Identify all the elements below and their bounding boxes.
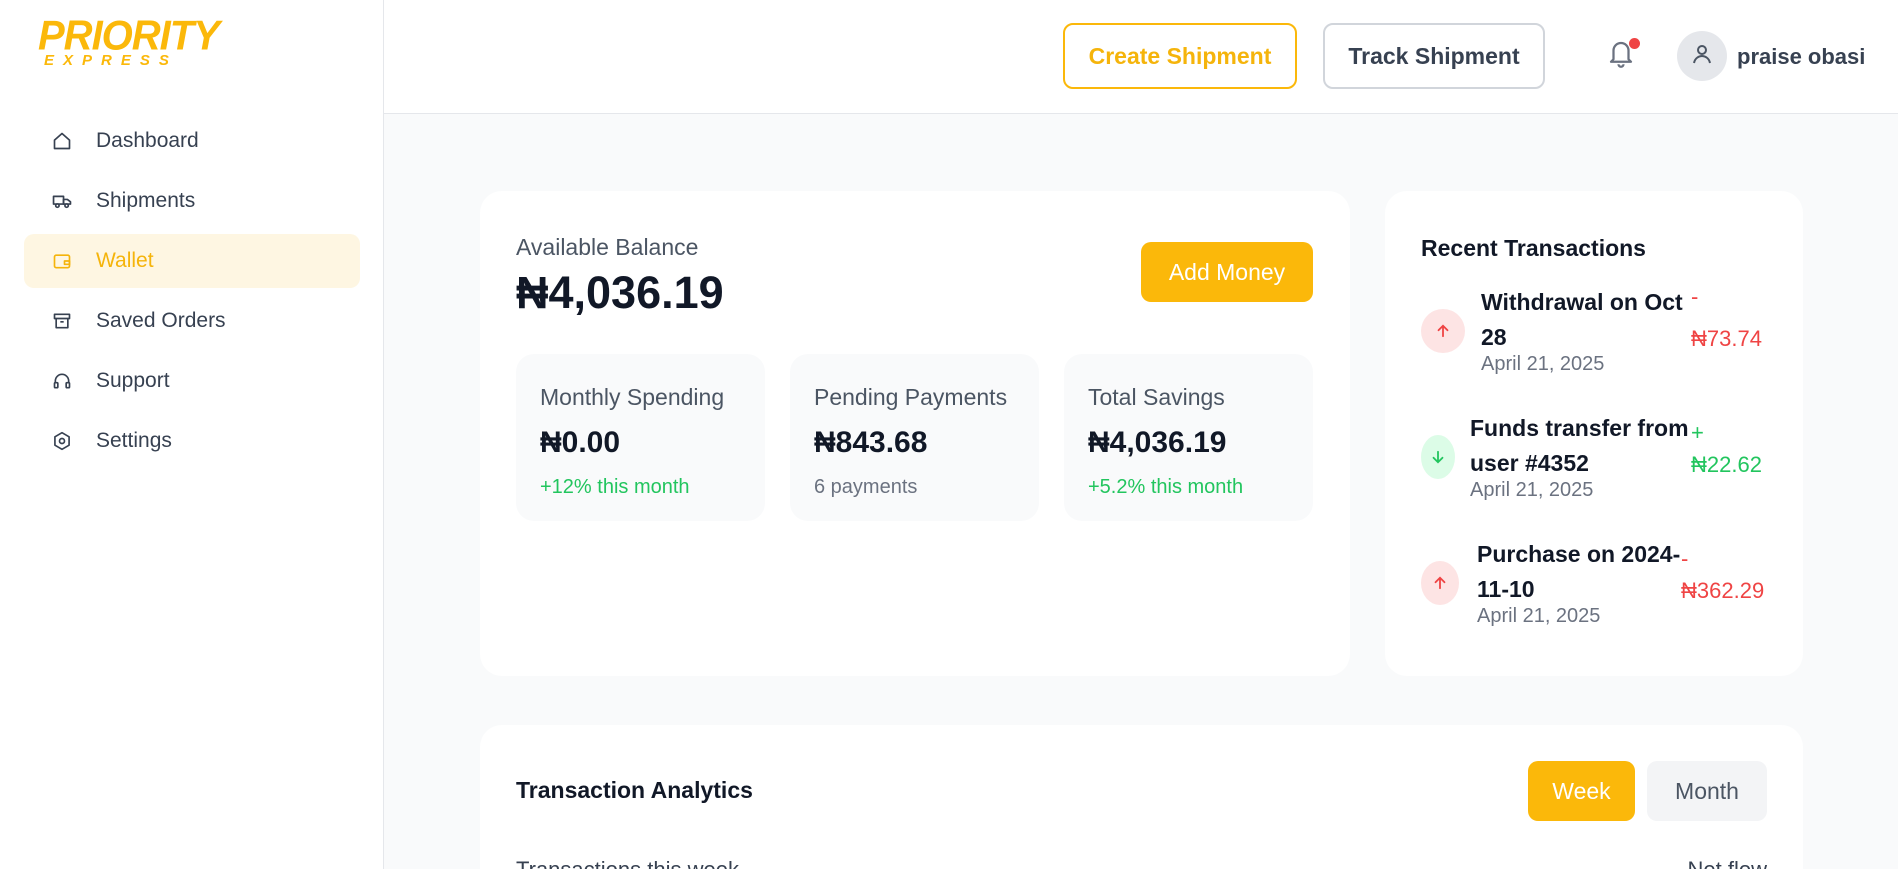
avatar[interactable] (1677, 31, 1727, 81)
transaction-amount: + ₦22.62 (1691, 411, 1773, 477)
transaction-sign: + (1691, 420, 1704, 445)
add-money-button[interactable]: Add Money (1141, 242, 1313, 302)
arrow-up-icon (1421, 309, 1465, 353)
transaction-date: April 21, 2025 (1477, 605, 1601, 627)
sidebar-item-dashboard[interactable]: Dashboard (24, 114, 360, 168)
analytics-net-flow-label: Net flow (1688, 857, 1767, 869)
stat-title: Total Savings (1088, 384, 1225, 410)
track-shipment-button[interactable]: Track Shipment (1323, 23, 1545, 89)
sidebar-item-label: Support (96, 369, 170, 392)
stat-subtext: +12% this month (540, 476, 690, 498)
sidebar-item-support[interactable]: Support (24, 354, 360, 408)
recent-transactions-card: Recent Transactions Withdrawal on Oct 28… (1385, 191, 1803, 676)
transaction-name-line2: 11-10 (1477, 576, 1535, 602)
balance-label: Available Balance (516, 234, 699, 260)
top-header: Create Shipment Track Shipment praise ob… (384, 0, 1898, 114)
transaction-amount-value: ₦73.74 (1691, 326, 1762, 351)
wallet-icon (52, 251, 72, 271)
recent-transactions-title: Recent Transactions (1421, 235, 1646, 261)
transaction-name-line1: Funds transfer from (1470, 415, 1689, 441)
transaction-amount-value: ₦22.62 (1691, 452, 1762, 477)
stat-monthly-spending: Monthly Spending ₦0.00 +12% this month (516, 354, 765, 521)
stat-total-savings: Total Savings ₦4,036.19 +5.2% this month (1064, 354, 1313, 521)
stat-value: ₦843.68 (814, 426, 928, 459)
truck-icon (52, 191, 72, 211)
sidebar-nav: Dashboard Shipments Wallet Saved Orders … (24, 114, 360, 474)
stat-value: ₦4,036.19 (1088, 426, 1227, 459)
sidebar: PRIORITY EXPRESS Dashboard Shipments Wal… (0, 0, 384, 869)
balance-card: Available Balance ₦4,036.19 Add Money Mo… (480, 191, 1350, 676)
username[interactable]: praise obasi (1737, 44, 1865, 70)
transaction-sign: - (1691, 284, 1699, 309)
month-tab-button[interactable]: Month (1647, 761, 1767, 821)
logo-wordmark: PRIORITY (38, 12, 220, 60)
logo[interactable]: PRIORITY EXPRESS (38, 15, 220, 72)
balance-value: ₦4,036.19 (516, 267, 724, 318)
transaction-item[interactable]: Purchase on 2024- 11-10 April 21, 2025 -… (1421, 537, 1773, 647)
transaction-name-line1: Purchase on 2024- (1477, 541, 1681, 567)
week-tab-button[interactable]: Week (1528, 761, 1635, 821)
sidebar-item-shipments[interactable]: Shipments (24, 174, 360, 228)
home-icon (52, 131, 72, 151)
arrow-up-icon (1421, 561, 1459, 605)
transaction-date: April 21, 2025 (1481, 353, 1605, 375)
sidebar-item-label: Wallet (96, 249, 154, 272)
transaction-name: Purchase on 2024- 11-10 (1477, 537, 1680, 607)
transaction-name: Funds transfer from user #4352 (1470, 411, 1689, 481)
stat-title: Monthly Spending (540, 384, 725, 410)
transaction-name-line2: 28 (1481, 324, 1507, 350)
analytics-subtitle: Transactions this week (516, 857, 739, 869)
logo-tagline: EXPRESS (44, 52, 178, 69)
stat-value: ₦0.00 (540, 426, 621, 459)
sidebar-item-wallet[interactable]: Wallet (24, 234, 360, 288)
sidebar-item-label: Dashboard (96, 129, 199, 152)
sidebar-item-saved-orders[interactable]: Saved Orders (24, 294, 360, 348)
stat-subtext: +5.2% this month (1088, 476, 1244, 498)
sidebar-item-settings[interactable]: Settings (24, 414, 360, 468)
transaction-name-line2: user #4352 (1470, 450, 1589, 476)
settings-icon (52, 431, 72, 451)
sidebar-item-label: Settings (96, 429, 172, 452)
notification-dot (1629, 38, 1640, 49)
sidebar-item-label: Shipments (96, 189, 196, 212)
analytics-title: Transaction Analytics (516, 777, 753, 803)
transaction-analytics-card: Transaction Analytics Week Month Transac… (480, 725, 1803, 869)
transaction-amount-value: ₦362.29 (1681, 578, 1765, 603)
arrow-down-icon (1421, 435, 1455, 479)
archive-icon (52, 311, 72, 331)
create-shipment-button[interactable]: Create Shipment (1063, 23, 1297, 89)
transaction-amount: - ₦73.74 (1691, 285, 1773, 351)
transaction-sign: - (1681, 546, 1689, 571)
stat-title: Pending Payments (814, 384, 1008, 410)
transaction-name-line1: Withdrawal on Oct (1481, 289, 1683, 315)
transaction-date: April 21, 2025 (1470, 479, 1594, 501)
transaction-amount: - ₦362.29 (1681, 537, 1773, 603)
stat-pending-payments: Pending Payments ₦843.68 6 payments (790, 354, 1039, 521)
headphones-icon (52, 371, 72, 391)
user-icon (1690, 42, 1714, 71)
transaction-item[interactable]: Withdrawal on Oct 28 April 21, 2025 - ₦7… (1421, 285, 1773, 395)
sidebar-item-label: Saved Orders (96, 309, 226, 332)
stat-subtext: 6 payments (814, 476, 918, 498)
transaction-name: Withdrawal on Oct 28 (1481, 285, 1683, 355)
transaction-item[interactable]: Funds transfer from user #4352 April 21,… (1421, 411, 1773, 521)
